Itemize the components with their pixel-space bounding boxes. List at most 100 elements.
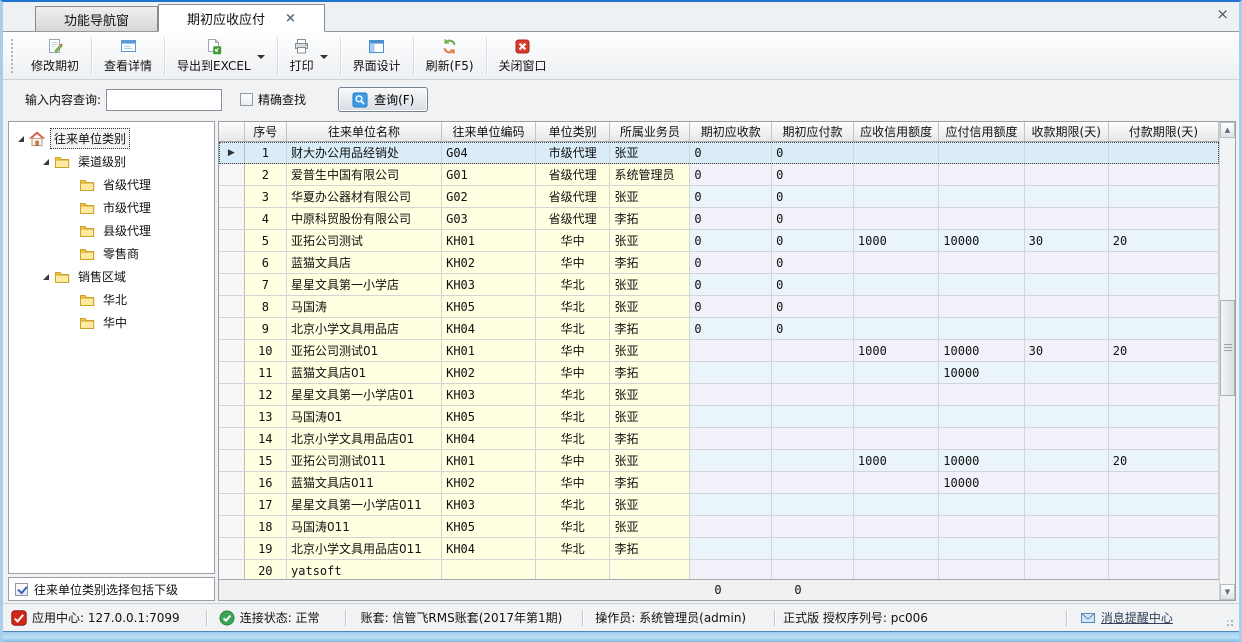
dropdown-arrow-icon[interactable] bbox=[320, 55, 328, 63]
grid-cell[interactable]: 0 bbox=[690, 142, 772, 164]
column-header[interactable]: 往来单位编码 bbox=[442, 122, 536, 142]
grid-cell[interactable]: 华北 bbox=[535, 406, 610, 428]
tab-function-nav[interactable]: 功能导航窗 bbox=[35, 6, 158, 31]
grid-cell[interactable]: 爱普生中国有限公司 bbox=[287, 164, 442, 186]
grid-cell[interactable]: KH02 bbox=[442, 252, 536, 274]
tab-close-icon[interactable]: × bbox=[285, 12, 296, 25]
grid-cell[interactable]: 0 bbox=[772, 186, 854, 208]
grid-cell[interactable]: 0 bbox=[772, 208, 854, 230]
grid-cell[interactable]: 财大办公用品经销处 bbox=[287, 142, 442, 164]
row-indicator-cell[interactable] bbox=[219, 362, 244, 384]
grid-cell[interactable]: 张亚 bbox=[610, 494, 690, 516]
grid-cell[interactable] bbox=[1024, 560, 1108, 580]
grid-cell[interactable]: 华中 bbox=[535, 252, 610, 274]
grid-cell[interactable]: 10000 bbox=[939, 340, 1024, 362]
grid-cell[interactable]: KH03 bbox=[442, 384, 536, 406]
row-indicator-cell[interactable] bbox=[219, 208, 244, 230]
grid-cell[interactable]: 0 bbox=[690, 296, 772, 318]
grid-cell[interactable] bbox=[1108, 164, 1218, 186]
grid-cell[interactable]: 6 bbox=[244, 252, 286, 274]
grid-cell[interactable]: 省级代理 bbox=[535, 186, 610, 208]
grid-cell[interactable]: 20 bbox=[244, 560, 286, 580]
grid-cell[interactable] bbox=[1108, 406, 1218, 428]
grid-cell[interactable]: 星星文具第一小学店01 bbox=[287, 384, 442, 406]
toolbar-button-7[interactable]: 关闭窗口 bbox=[490, 36, 556, 76]
grid-cell[interactable] bbox=[1024, 384, 1108, 406]
table-row[interactable]: 9北京小学文具用品店KH04华北李拓00 bbox=[219, 318, 1219, 340]
column-header[interactable]: 期初应收款 bbox=[690, 122, 772, 142]
grid-cell[interactable]: 2 bbox=[244, 164, 286, 186]
grid-cell[interactable]: KH02 bbox=[442, 362, 536, 384]
grid-cell[interactable]: 1000 bbox=[853, 230, 938, 252]
scroll-down-icon[interactable]: ▼ bbox=[1220, 584, 1235, 600]
grid-cell[interactable]: 15 bbox=[244, 450, 286, 472]
grid-cell[interactable]: 9 bbox=[244, 318, 286, 340]
table-row[interactable]: 11蓝猫文具店01KH02华中李拓10000 bbox=[219, 362, 1219, 384]
grid-cell[interactable]: KH04 bbox=[442, 538, 536, 560]
row-indicator-cell[interactable]: ▶ bbox=[219, 142, 244, 164]
grid-cell[interactable]: 张亚 bbox=[610, 230, 690, 252]
table-row[interactable]: 2爱普生中国有限公司G01省级代理系统管理员00 bbox=[219, 164, 1219, 186]
column-header[interactable]: 应付信用额度 bbox=[939, 122, 1024, 142]
grid-cell[interactable]: 华中 bbox=[535, 340, 610, 362]
grid-cell[interactable]: 20 bbox=[1108, 450, 1218, 472]
grid-cell[interactable]: 12 bbox=[244, 384, 286, 406]
grid-cell[interactable] bbox=[1024, 450, 1108, 472]
grid-cell[interactable]: 北京小学文具用品店 bbox=[287, 318, 442, 340]
grid-cell[interactable]: 0 bbox=[772, 274, 854, 296]
grid-cell[interactable] bbox=[853, 472, 938, 494]
scrollbar-thumb[interactable] bbox=[1220, 300, 1235, 396]
resize-grip[interactable] bbox=[1231, 624, 1233, 626]
grid-cell[interactable]: 市级代理 bbox=[535, 142, 610, 164]
statusbar-item-6[interactable]: 消息提醒中心 bbox=[1080, 609, 1173, 626]
toolbar-button-2[interactable]: 查看详情 bbox=[95, 36, 161, 76]
scroll-up-icon[interactable]: ▲ bbox=[1220, 122, 1235, 138]
grid-cell[interactable] bbox=[690, 472, 772, 494]
grid-cell[interactable]: 0 bbox=[772, 252, 854, 274]
grid-cell[interactable]: 0 bbox=[772, 230, 854, 252]
grid-cell[interactable]: 李拓 bbox=[610, 428, 690, 450]
grid-cell[interactable]: 0 bbox=[690, 252, 772, 274]
grid-cell[interactable]: 3 bbox=[244, 186, 286, 208]
row-indicator-cell[interactable] bbox=[219, 538, 244, 560]
column-header[interactable]: 付款期限(天) bbox=[1108, 122, 1218, 142]
grid-cell[interactable]: KH04 bbox=[442, 428, 536, 450]
grid-cell[interactable] bbox=[772, 406, 854, 428]
table-row[interactable]: 5亚拓公司测试KH01华中张亚001000100003020 bbox=[219, 230, 1219, 252]
grid-cell[interactable] bbox=[939, 208, 1024, 230]
vertical-scrollbar[interactable]: ▲ ▼ bbox=[1219, 122, 1235, 600]
grid-cell[interactable]: 华北 bbox=[535, 384, 610, 406]
grid-cell[interactable]: KH03 bbox=[442, 494, 536, 516]
grid-cell[interactable]: 省级代理 bbox=[535, 208, 610, 230]
grid-cell[interactable]: 1 bbox=[244, 142, 286, 164]
grid-cell[interactable]: 4 bbox=[244, 208, 286, 230]
tree-item-1[interactable]: 往来单位类别 bbox=[9, 127, 214, 150]
grid-cell[interactable] bbox=[939, 142, 1024, 164]
grid-cell[interactable] bbox=[1024, 516, 1108, 538]
grid-cell[interactable]: 1000 bbox=[853, 340, 938, 362]
table-row[interactable]: 12星星文具第一小学店01KH03华北张亚 bbox=[219, 384, 1219, 406]
row-indicator-cell[interactable] bbox=[219, 560, 244, 580]
grid-cell[interactable] bbox=[939, 428, 1024, 450]
grid-cell[interactable]: 16 bbox=[244, 472, 286, 494]
grid-cell[interactable]: 华北 bbox=[535, 538, 610, 560]
grid-cell[interactable]: KH05 bbox=[442, 406, 536, 428]
grid-cell[interactable] bbox=[853, 428, 938, 450]
tree-item-6[interactable]: 零售商 bbox=[9, 242, 214, 265]
grid-cell[interactable]: 星星文具第一小学店 bbox=[287, 274, 442, 296]
search-input[interactable] bbox=[106, 89, 222, 111]
tree-expander-icon[interactable] bbox=[40, 159, 52, 165]
row-indicator-cell[interactable] bbox=[219, 230, 244, 252]
column-header[interactable]: 单位类别 bbox=[535, 122, 610, 142]
grid-cell[interactable] bbox=[1024, 208, 1108, 230]
grid-cell[interactable]: 10000 bbox=[939, 472, 1024, 494]
grid-cell[interactable]: 北京小学文具用品店011 bbox=[287, 538, 442, 560]
row-indicator-cell[interactable] bbox=[219, 406, 244, 428]
grid-cell[interactable] bbox=[853, 362, 938, 384]
grid-cell[interactable]: 华夏办公器材有限公司 bbox=[287, 186, 442, 208]
grid-cell[interactable]: KH01 bbox=[442, 230, 536, 252]
grid-cell[interactable] bbox=[939, 494, 1024, 516]
grid-cell[interactable] bbox=[690, 494, 772, 516]
grid-cell[interactable] bbox=[690, 560, 772, 580]
grid-cell[interactable] bbox=[853, 164, 938, 186]
